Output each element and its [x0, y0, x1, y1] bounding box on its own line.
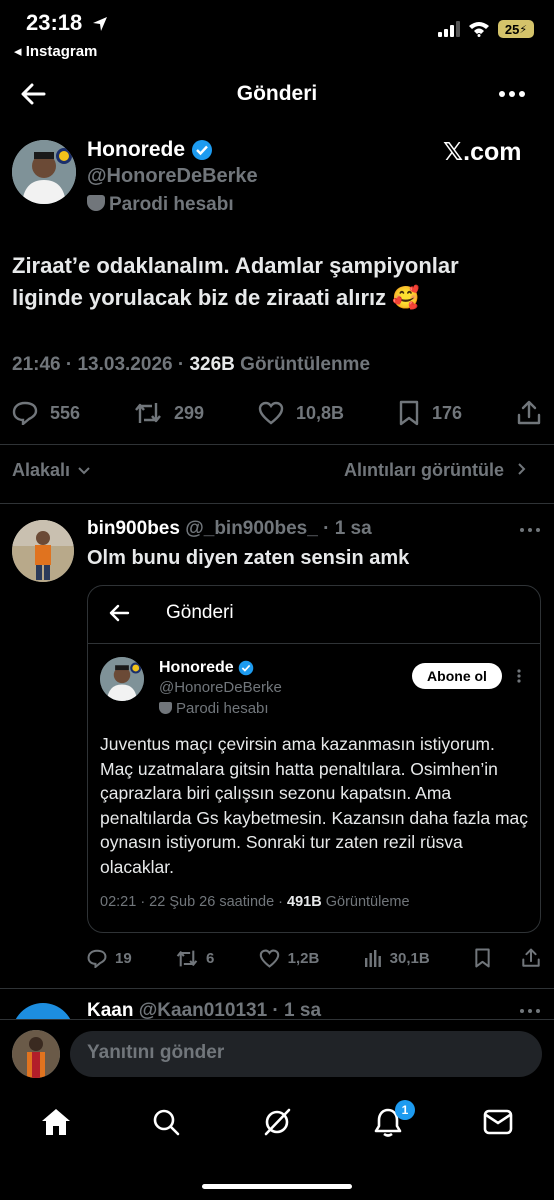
avatar-photo [12, 520, 74, 582]
chevron-right-icon [518, 463, 526, 475]
x-com-watermark: 𝕏.com [443, 138, 522, 166]
screenshot-author-name: Honorede [159, 659, 254, 677]
reply-author-handle[interactable]: @_bin900bes_ [185, 518, 318, 539]
cellular-signal-icon [438, 21, 460, 37]
clock: 23:18 [26, 10, 108, 36]
screenshot-post-meta: 02:21 · 22 Şub 26 saatinde · 491B Görünt… [100, 894, 410, 910]
bookmark-icon [399, 400, 419, 426]
author-avatar[interactable] [12, 140, 76, 204]
vertical-ellipsis-icon [517, 669, 521, 683]
my-avatar[interactable] [12, 1030, 60, 1078]
bookmark-icon[interactable] [474, 948, 491, 968]
divider [0, 503, 554, 504]
sort-relevance-dropdown[interactable]: Alakalı [12, 460, 91, 481]
next-reply-author-handle[interactable]: @Kaan010131 [139, 1000, 267, 1019]
reply-icon [87, 949, 107, 968]
tab-messages[interactable] [480, 1104, 516, 1140]
reply-more-button[interactable] [516, 522, 544, 538]
verified-badge-icon [191, 140, 212, 161]
attached-screenshot[interactable]: Gönderi Honorede @HonoreDeBerke Parodi h… [87, 585, 541, 933]
post-view-count: 326B [189, 354, 235, 375]
share-icon[interactable] [521, 948, 541, 968]
verified-badge-icon [238, 660, 254, 676]
ellipsis-icon[interactable] [520, 1009, 540, 1013]
reply-repost-button[interactable]: 6 [176, 949, 214, 968]
author-name[interactable]: Honorede [87, 138, 213, 162]
reply-age: · 1 sa [323, 518, 372, 539]
parody-label: Parodi hesabı [87, 194, 234, 216]
next-reply-header: Kaan @Kaan010131 · 1 sa [87, 1000, 321, 1019]
page-title: Gönderi [236, 82, 318, 105]
grok-icon [264, 1108, 291, 1136]
post-timestamp: 21:46 · 13.03.2026 · [12, 354, 190, 375]
post-text: Ziraat’e odaklanalım. Adamlar şampiyonla… [12, 253, 459, 310]
bottom-tab-bar: 1 [0, 1090, 554, 1160]
reply-header: bin900bes @_bin900bes_ · 1 sa [87, 518, 372, 540]
screenshot-author-avatar [100, 657, 144, 701]
reply-actions: 19 6 1,2B 30,1B [87, 946, 541, 970]
ellipsis-icon [520, 528, 540, 532]
search-icon [153, 1109, 180, 1136]
reply-button[interactable]: 556 [12, 401, 80, 425]
mask-icon [159, 702, 172, 715]
reply-icon [12, 401, 38, 425]
screenshot-author-handle: @HonoreDeBerke [159, 679, 282, 696]
bookmark-button[interactable]: 176 [398, 400, 462, 426]
like-button[interactable]: 10,8B [258, 401, 344, 425]
chevron-down-icon [78, 467, 90, 475]
avatar-photo [100, 657, 144, 701]
reply-text: Olm bunu diyen zaten sensin amk [87, 547, 410, 569]
post-meta: 21:46 · 13.03.2026 · 326B Görüntülenme [12, 354, 370, 376]
repost-icon [135, 403, 161, 423]
charging-bolt-icon: ⚡ [519, 23, 528, 36]
screenshot-nav-title: Gönderi [166, 602, 234, 623]
reply-author-name[interactable]: bin900bes [87, 518, 180, 539]
reply-like-button[interactable]: 1,2B [259, 949, 319, 968]
more-options-button[interactable] [494, 80, 530, 108]
analytics-icon [364, 950, 381, 967]
ellipsis-icon [499, 91, 525, 97]
next-reply-age: · 1 sa [272, 1000, 322, 1019]
battery-indicator: 25 ⚡ [498, 20, 534, 38]
heart-icon [258, 401, 284, 425]
mask-icon [87, 194, 105, 211]
reply-composer-input[interactable]: Yanıtını gönder [70, 1031, 542, 1077]
post-actions: 556 299 10,8B 176 [12, 396, 542, 430]
composer-placeholder: Yanıtını gönder [87, 1042, 225, 1063]
reply-reply-button[interactable]: 19 [87, 949, 132, 968]
system-icons: 25 ⚡ [438, 20, 534, 38]
avatar-photo [12, 140, 76, 204]
screenshot-post-text: Juventus maçı çevirsin ama kazanmasın is… [100, 734, 529, 877]
divider [0, 444, 554, 445]
view-quotes-link[interactable]: Alıntıları görüntüle [344, 460, 527, 481]
next-reply-author-name[interactable]: Kaan [87, 1000, 133, 1019]
wifi-icon [469, 22, 489, 37]
location-arrow-icon [93, 17, 108, 32]
screenshot-parody-label: Parodi hesabı [159, 700, 269, 717]
next-reply-avatar[interactable] [12, 1003, 74, 1019]
avatar-photo [12, 1030, 60, 1078]
notification-badge: 1 [395, 1100, 415, 1120]
back-to-app-link[interactable]: ◂ Instagram [14, 42, 97, 60]
home-icon [42, 1109, 70, 1135]
arrow-left-icon [109, 604, 130, 622]
reply-views-button[interactable]: 30,1B [364, 949, 430, 967]
home-indicator [202, 1184, 352, 1189]
screenshot-subscribe-button: Abone ol [412, 663, 502, 689]
tab-search[interactable] [148, 1104, 184, 1140]
author-handle[interactable]: @HonoreDeBerke [87, 165, 258, 188]
share-icon [517, 400, 541, 425]
share-button[interactable] [516, 400, 542, 426]
repost-button[interactable]: 299 [134, 401, 204, 425]
reply-author-avatar[interactable] [12, 520, 74, 582]
divider [88, 643, 540, 644]
mail-icon [483, 1109, 513, 1135]
next-reply-peek: Kaan @Kaan010131 · 1 sa [0, 989, 554, 1019]
post-view-label: Görüntülenme [234, 354, 371, 375]
status-bar: 23:18 ◂ Instagram 25 ⚡ [0, 0, 554, 66]
heart-icon [259, 949, 279, 968]
tab-grok[interactable] [259, 1104, 295, 1140]
repost-icon [176, 950, 198, 966]
tab-home[interactable] [38, 1104, 74, 1140]
